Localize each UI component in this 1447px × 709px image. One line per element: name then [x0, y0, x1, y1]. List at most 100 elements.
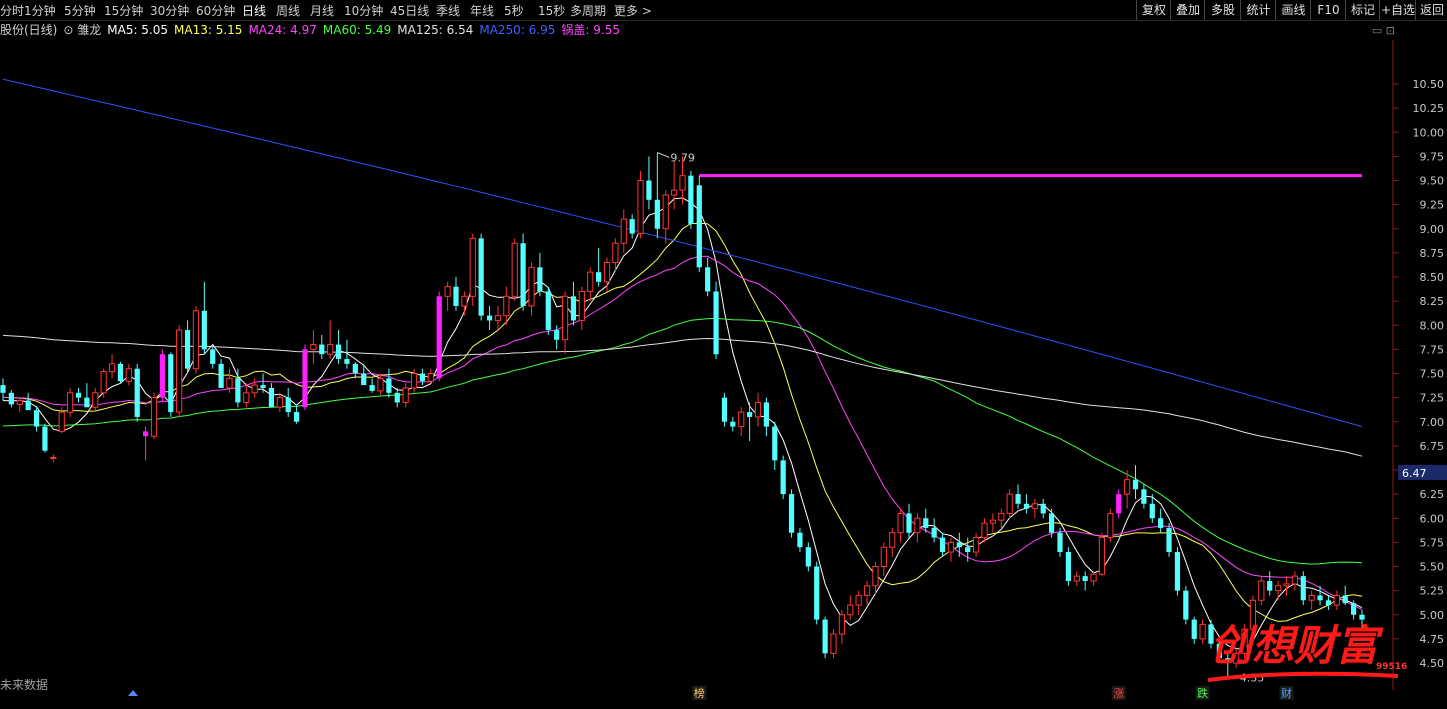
y-tick-label: 9.75: [1420, 150, 1445, 163]
legend-indicator[interactable]: ⊙ 雏龙: [63, 23, 101, 37]
candle-body: [319, 344, 325, 355]
candle-body: [394, 392, 400, 403]
candle-body: [25, 400, 31, 411]
candle-body: [210, 349, 216, 364]
candle-body: [335, 344, 342, 360]
period-tab[interactable]: 分时: [0, 2, 24, 19]
toolbar-button[interactable]: 复权: [1136, 0, 1171, 20]
candle-body: [880, 546, 887, 568]
watermark-brush-stroke: [1208, 671, 1399, 682]
event-marker[interactable]: 财: [1281, 686, 1292, 700]
period-tab[interactable]: 周线: [276, 2, 300, 19]
candle-body: [620, 218, 627, 244]
candle-body: [1107, 512, 1114, 539]
period-tab[interactable]: 15分钟: [104, 2, 143, 19]
candle-body: [1040, 503, 1046, 514]
candle-body: [721, 397, 728, 422]
period-tab[interactable]: 月线: [310, 2, 334, 19]
candle-body: [361, 373, 367, 386]
candle-body: [402, 387, 409, 403]
toolbar-button[interactable]: 统计: [1240, 0, 1276, 20]
candle-body: [528, 266, 535, 307]
event-marker[interactable]: 跌: [1197, 686, 1208, 700]
candle-body: [998, 512, 1005, 521]
candle-body: [805, 547, 811, 567]
candle-body: [302, 349, 308, 408]
candle-body: [629, 219, 635, 234]
candle-body: [327, 344, 334, 355]
toolbar-button[interactable]: 返回: [1415, 0, 1447, 20]
period-tab[interactable]: 5分钟: [64, 2, 96, 19]
candle-body: [150, 397, 158, 437]
future-data-label: 未来数据: [0, 678, 49, 692]
candle-body: [1023, 503, 1030, 509]
candle-body: [561, 295, 569, 341]
period-tab[interactable]: 日线: [242, 2, 266, 19]
candle-body: [830, 633, 837, 654]
window-controls[interactable]: ▭ ⊡: [1372, 24, 1395, 37]
candle-body: [1149, 503, 1155, 519]
indicator-legend: 股份(日线) ⊙ 雏龙 MA5: 5.05 MA13: 5.15 MA24: 4.97 M…: [0, 21, 626, 39]
y-tick-label: 9.00: [1420, 223, 1445, 236]
candle-body: [654, 199, 660, 229]
period-tab[interactable]: 多周期: [570, 2, 606, 19]
y-tick-label: 5.00: [1420, 609, 1445, 622]
candle-body: [1006, 493, 1013, 514]
period-tab[interactable]: 10分钟: [344, 2, 383, 19]
period-tab[interactable]: 1分钟: [24, 2, 56, 19]
candle-body: [453, 286, 459, 306]
event-marker[interactable]: 涨: [1113, 687, 1124, 700]
candle-body: [1090, 573, 1097, 582]
candle-body: [797, 532, 803, 548]
y-tick-label: 9.25: [1420, 199, 1445, 212]
candle-body: [637, 180, 644, 235]
y-tick-label: 7.00: [1420, 416, 1445, 429]
ma13-line: [2, 222, 1363, 622]
candle-body: [973, 537, 980, 553]
period-tab[interactable]: 季线: [436, 2, 460, 19]
candle-body: [184, 330, 191, 369]
candle-body: [763, 402, 769, 427]
period-tab[interactable]: 30分钟: [150, 2, 189, 19]
period-tab[interactable]: 15秒: [538, 2, 565, 19]
candle-body: [914, 517, 921, 534]
candle-body: [33, 410, 40, 427]
y-tick-label: 5.75: [1420, 536, 1445, 549]
y-tick-label: 6.25: [1420, 488, 1445, 501]
toolbar-button[interactable]: 标记: [1345, 0, 1380, 20]
candle-body: [134, 368, 140, 417]
candle-body: [1308, 594, 1315, 601]
candle-body: [738, 411, 745, 428]
candle-body: [1141, 489, 1147, 504]
candle-body: [730, 421, 736, 427]
candle-body: [344, 359, 350, 364]
y-tick-label: 7.50: [1420, 368, 1445, 381]
candle-body: [596, 272, 602, 282]
candle-body: [754, 401, 762, 418]
watermark-site: 995168.cn: [1376, 662, 1408, 672]
toolbar-button[interactable]: +自选: [1379, 0, 1416, 20]
period-tab[interactable]: 5秒: [504, 2, 524, 19]
ma5-line: [2, 197, 1363, 651]
event-marker[interactable]: 榜: [694, 686, 705, 700]
candle-body: [1300, 576, 1306, 601]
candle-body: [1073, 575, 1080, 582]
period-tab[interactable]: 更多 >: [614, 2, 652, 19]
candle-body: [1325, 600, 1332, 606]
toolbar-button[interactable]: 叠加: [1170, 0, 1205, 20]
candle-body: [906, 513, 912, 533]
period-tab[interactable]: 年线: [470, 2, 494, 19]
candle-body: [235, 378, 241, 403]
period-tab[interactable]: 45日线: [390, 2, 429, 19]
candle-body: [168, 354, 174, 413]
candle-body: [42, 426, 48, 451]
candle-body: [822, 619, 828, 654]
toolbar-button[interactable]: F10: [1310, 0, 1346, 20]
toolbar-button[interactable]: 多股: [1204, 0, 1241, 20]
candle-body: [537, 267, 543, 292]
candle-body: [1031, 503, 1038, 510]
toolbar-button[interactable]: 画线: [1275, 0, 1311, 20]
period-toolbar: 分时 1分钟 5分钟 15分钟 30分钟 60分钟 日线 周线 月线 10分钟 45日线 季线 年线 5秒…: [0, 0, 1447, 21]
candle-body: [1333, 594, 1340, 606]
period-tab[interactable]: 60分钟: [196, 2, 235, 19]
